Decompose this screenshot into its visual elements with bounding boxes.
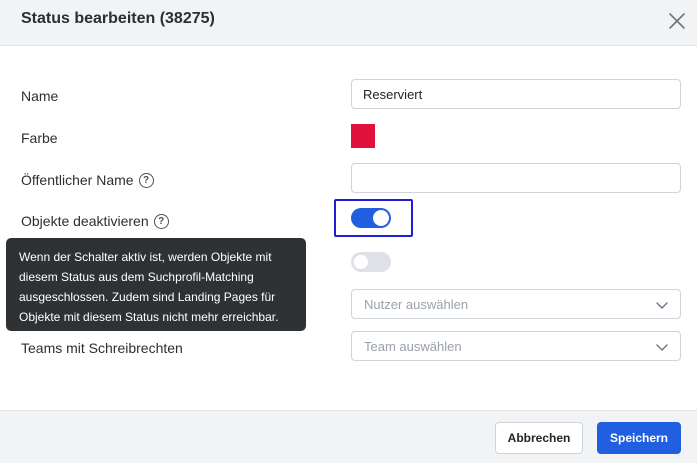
save-button[interactable]: Speichern [597,422,681,454]
teams-select[interactable]: Team auswählen [351,331,681,361]
dialog-footer: Abbrechen Speichern [0,410,697,463]
users-select[interactable]: Nutzer auswählen [351,289,681,319]
dialog-header: Status bearbeiten (38275) [0,0,697,46]
name-label-text: Name [21,88,59,104]
deactivate-objects-label-text: Objekte deaktivieren [21,213,149,229]
name-input[interactable] [351,79,681,109]
teams-select-placeholder: Team auswählen [364,339,462,354]
deactivate-objects-label: Objekte deaktivieren ? [21,213,169,229]
edit-status-dialog: Status bearbeiten (38275) Name Farbe Öff… [0,0,697,463]
tooltip-line: Wenn der Schalter aktiv ist, werden Obje… [19,250,272,264]
color-swatch[interactable] [351,124,375,148]
tooltip-line: diesem Status aus dem Suchprofil-Matchin… [19,270,254,284]
public-name-label: Öffentlicher Name ? [21,172,154,188]
color-label-text: Farbe [21,130,58,146]
toggle-knob [373,210,389,226]
close-icon [669,13,685,29]
name-label: Name [21,88,58,104]
help-icon[interactable]: ? [153,213,169,229]
public-name-label-text: Öffentlicher Name [21,172,134,188]
teams-label-text: Teams mit Schreibrechten [21,340,183,356]
tooltip-line: ausgeschlossen. Zudem sind Landing Pages… [19,290,276,304]
chevron-down-icon [656,302,668,309]
users-select-placeholder: Nutzer auswählen [364,297,469,312]
close-button[interactable] [667,11,687,31]
teams-label: Teams mit Schreibrechten [21,340,183,356]
color-label: Farbe [21,130,58,146]
secondary-toggle[interactable] [351,252,391,272]
cancel-button[interactable]: Abbrechen [495,422,583,454]
public-name-input[interactable] [351,163,681,193]
dialog-title: Status bearbeiten (38275) [21,10,215,27]
help-tooltip: Wenn der Schalter aktiv ist, werden Obje… [6,238,306,331]
deactivate-objects-toggle[interactable] [351,208,391,228]
toggle-knob [354,255,368,269]
chevron-down-icon [656,344,668,351]
help-icon[interactable]: ? [138,172,154,188]
tooltip-line: Objekte mit diesem Status nicht mehr err… [19,310,279,324]
